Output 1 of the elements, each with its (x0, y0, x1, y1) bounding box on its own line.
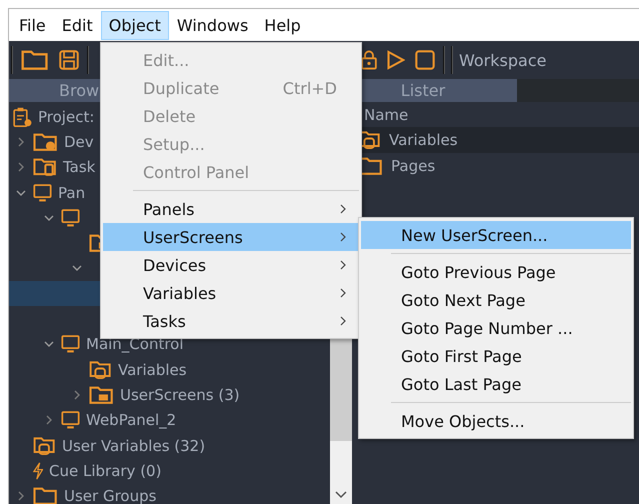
workspace-label: Workspace (459, 50, 546, 70)
